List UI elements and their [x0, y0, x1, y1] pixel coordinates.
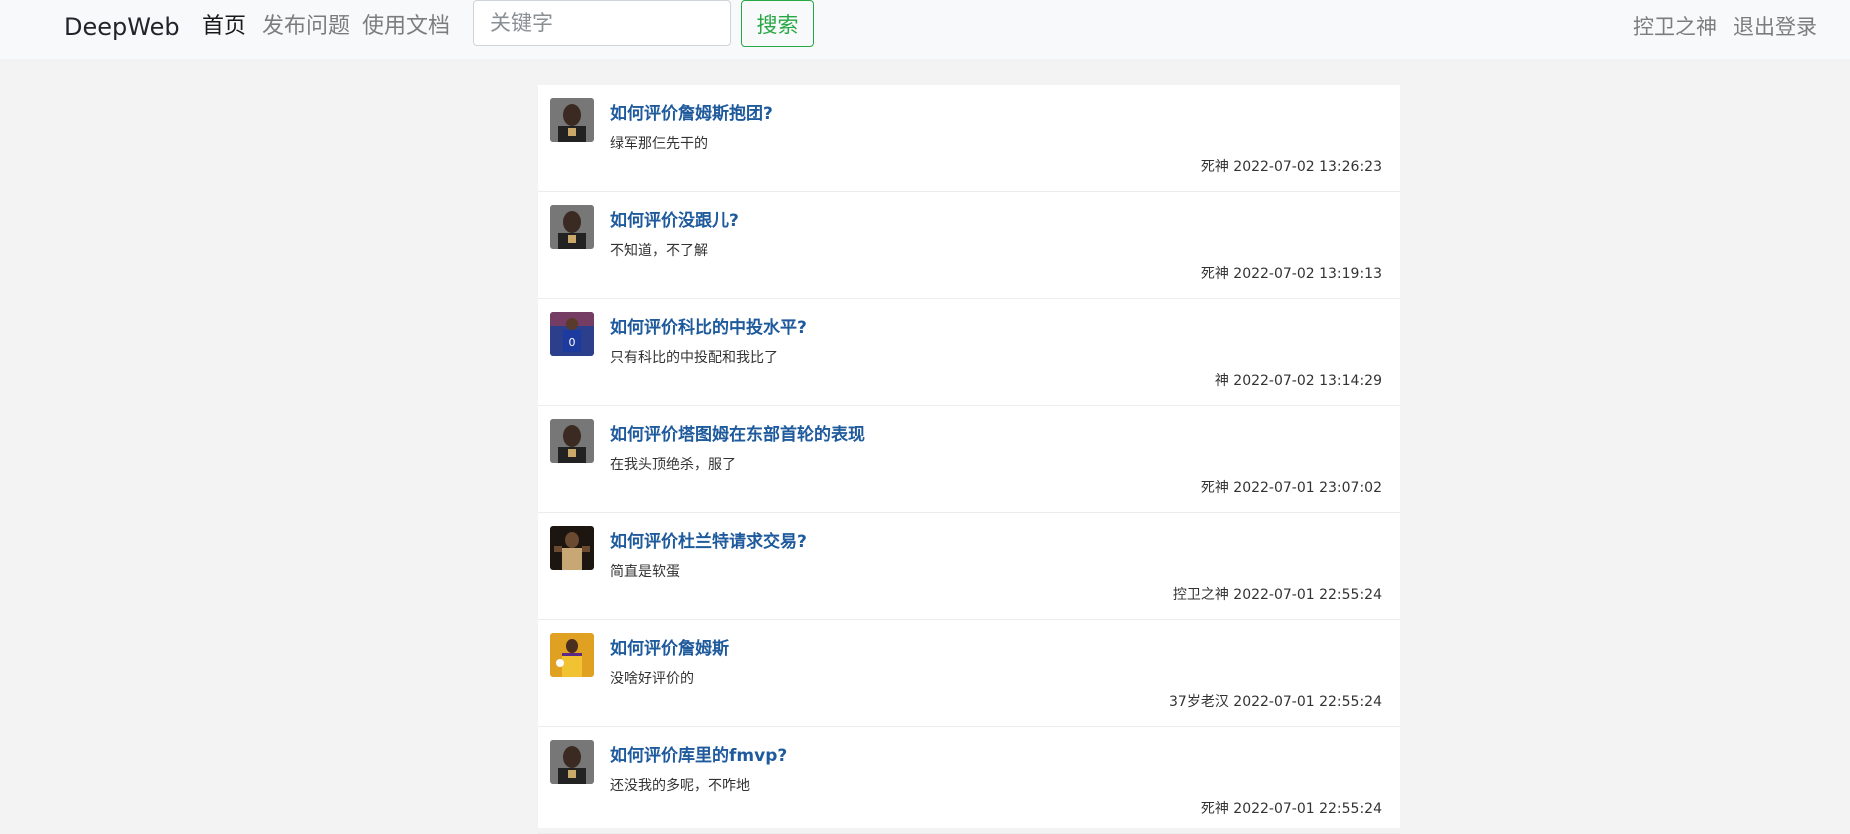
- question-item: 如何评价杜兰特请求交易? 简直是软蛋 控卫之神 2022-07-01 22:55…: [538, 513, 1400, 620]
- nav-link-home[interactable]: 首页: [202, 13, 246, 41]
- avatar-blue-jersey-icon[interactable]: 0: [550, 312, 594, 356]
- question-description: 在我头顶绝杀，服了: [610, 457, 736, 473]
- question-title-link[interactable]: 如何评价没跟儿?: [610, 210, 739, 232]
- question-title-link[interactable]: 如何评价詹姆斯: [610, 638, 729, 660]
- logout-link[interactable]: 退出登录: [1733, 13, 1817, 41]
- question-time: 2022-07-01 22:55:24: [1233, 694, 1382, 710]
- question-author: 控卫之神: [1172, 587, 1229, 603]
- svg-text:0: 0: [569, 336, 576, 349]
- user-name-link[interactable]: 控卫之神: [1633, 13, 1717, 41]
- question-description: 不知道，不了解: [610, 243, 708, 259]
- question-time: 2022-07-01 22:55:24: [1233, 587, 1382, 603]
- search-input[interactable]: [473, 0, 731, 46]
- avatar-brown-player-icon[interactable]: [550, 526, 594, 570]
- question-author: 死神: [1200, 801, 1229, 817]
- question-title-link[interactable]: 如何评价科比的中投水平?: [610, 317, 807, 339]
- question-description: 没啥好评价的: [610, 671, 694, 687]
- question-title-link[interactable]: 如何评价塔图姆在东部首轮的表现: [610, 424, 865, 446]
- search-button[interactable]: 搜索: [741, 0, 814, 47]
- question-meta: 死神 2022-07-01 22:55:24: [1201, 800, 1382, 818]
- question-author: 死神: [1200, 159, 1229, 175]
- question-description: 绿军那仨先干的: [610, 136, 708, 152]
- question-author: 37岁老汉: [1169, 694, 1229, 710]
- question-meta: 死神 2022-07-01 23:07:02: [1201, 479, 1382, 497]
- nav-link-docs[interactable]: 使用文档: [362, 13, 450, 41]
- top-navbar: DeepWeb 首页 发布问题 使用文档 搜索 控卫之神 退出登录: [0, 0, 1850, 59]
- question-meta: 控卫之神 2022-07-01 22:55:24: [1173, 586, 1382, 604]
- brand-logo-link[interactable]: DeepWeb: [64, 13, 180, 41]
- question-meta: 死神 2022-07-02 13:19:13: [1201, 265, 1382, 283]
- avatar-dark-player-icon[interactable]: [550, 419, 594, 463]
- question-author: 神: [1214, 373, 1229, 389]
- question-author: 死神: [1200, 266, 1229, 282]
- question-time: 2022-07-01 22:55:24: [1233, 801, 1382, 817]
- nav-link-post-question[interactable]: 发布问题: [262, 13, 350, 41]
- question-title-link[interactable]: 如何评价库里的fmvp?: [610, 745, 787, 767]
- question-item: 如何评价塔图姆在东部首轮的表现 在我头顶绝杀，服了 死神 2022-07-01 …: [538, 406, 1400, 513]
- question-item: 如何评价库里的fmvp? 还没我的多呢，不咋地 死神 2022-07-01 22…: [538, 727, 1400, 834]
- question-description: 还没我的多呢，不咋地: [610, 778, 750, 794]
- question-time: 2022-07-02 13:19:13: [1233, 266, 1382, 282]
- question-time: 2022-07-01 23:07:02: [1233, 480, 1382, 496]
- question-title-link[interactable]: 如何评价詹姆斯抱团?: [610, 103, 773, 125]
- question-item: 如何评价没跟儿? 不知道，不了解 死神 2022-07-02 13:19:13: [538, 192, 1400, 299]
- question-meta: 37岁老汉 2022-07-01 22:55:24: [1169, 693, 1382, 711]
- question-meta: 死神 2022-07-02 13:26:23: [1201, 158, 1382, 176]
- question-title-link[interactable]: 如何评价杜兰特请求交易?: [610, 531, 807, 553]
- question-item: 如何评价詹姆斯抱团? 绿军那仨先干的 死神 2022-07-02 13:26:2…: [538, 85, 1400, 192]
- question-description: 简直是软蛋: [610, 564, 680, 580]
- question-time: 2022-07-02 13:26:23: [1233, 159, 1382, 175]
- question-item: 0 如何评价科比的中投水平? 只有科比的中投配和我比了 神 2022-07-02…: [538, 299, 1400, 406]
- question-author: 死神: [1200, 480, 1229, 496]
- question-item: 如何评价詹姆斯 没啥好评价的 37岁老汉 2022-07-01 22:55:24: [538, 620, 1400, 727]
- avatar-dark-player-icon[interactable]: [550, 98, 594, 142]
- question-time: 2022-07-02 13:14:29: [1233, 373, 1382, 389]
- avatar-yellow-jersey-icon[interactable]: [550, 633, 594, 677]
- question-description: 只有科比的中投配和我比了: [610, 350, 778, 366]
- avatar-dark-player-icon[interactable]: [550, 740, 594, 784]
- question-meta: 神 2022-07-02 13:14:29: [1215, 372, 1382, 390]
- avatar-dark-player-icon[interactable]: [550, 205, 594, 249]
- question-list: 如何评价詹姆斯抱团? 绿军那仨先干的 死神 2022-07-02 13:26:2…: [538, 85, 1400, 834]
